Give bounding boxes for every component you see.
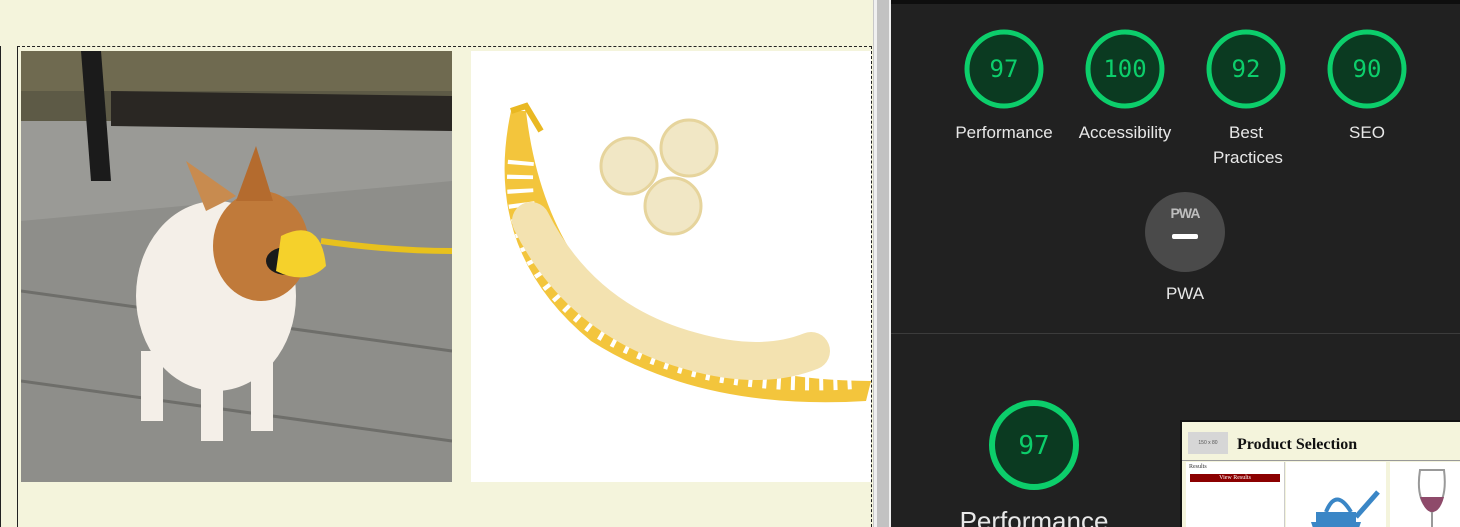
scrollbar-thumb[interactable] — [877, 0, 889, 527]
thumbnail-results-label: Results — [1189, 464, 1207, 470]
final-screenshot-thumbnail[interactable]: 150 x 80 Product Selection Results View … — [1180, 420, 1460, 527]
thumbnail-watering-can-image — [1286, 462, 1386, 527]
performance-section-gauge: 97 — [989, 400, 1079, 490]
accessibility-score: 100 — [1103, 55, 1146, 83]
performance-section-score: 97 — [1018, 431, 1049, 461]
thumbnail-view-results-button: View Results — [1190, 474, 1280, 482]
seo-gauge-ring: 90 — [1327, 29, 1407, 109]
best-practices-label: Best Practices — [1213, 123, 1283, 167]
pwa-dash-icon — [1172, 234, 1198, 239]
best-practices-gauge-ring: 92 — [1206, 29, 1286, 109]
pwa-icon: PWA — [1170, 205, 1201, 221]
pwa-badge[interactable]: PWA — [1145, 192, 1225, 272]
gauge-accessibility[interactable]: 100 Accessibility — [1070, 28, 1180, 145]
performance-gauge-ring: 97 — [964, 29, 1044, 109]
seo-label: SEO — [1349, 123, 1385, 142]
thumbnail-rule — [1182, 460, 1460, 461]
performance-label: Performance — [955, 123, 1053, 142]
gauge-best-practices[interactable]: 92 Best Practices — [1191, 28, 1301, 170]
gauge-seo[interactable]: 90 SEO — [1312, 28, 1422, 145]
thumbnail-sidebar: Results View Results — [1186, 462, 1285, 527]
accessibility-gauge-ring: 100 — [1085, 29, 1165, 109]
dog-photo[interactable] — [21, 51, 452, 482]
page-viewport — [0, 0, 873, 527]
best-practices-score: 92 — [1232, 55, 1261, 83]
banana-slicer-photo[interactable] — [471, 51, 871, 482]
thumbnail-logo: 150 x 80 — [1188, 432, 1228, 454]
panel-top-rule — [891, 0, 1460, 4]
viewport-edge — [0, 46, 1, 527]
panel-splitter[interactable] — [873, 0, 892, 527]
thumbnail-wine-glass-image — [1390, 462, 1460, 527]
pwa-label: PWA — [1165, 284, 1205, 303]
lighthouse-panel: 97 Performance 100 Accessibility 92 Best… — [891, 0, 1460, 527]
section-divider — [891, 333, 1460, 334]
gauge-performance[interactable]: 97 Performance — [949, 28, 1059, 145]
performance-score: 97 — [990, 55, 1019, 83]
performance-section-title: Performance — [959, 506, 1109, 527]
seo-score: 90 — [1353, 55, 1382, 83]
accessibility-label: Accessibility — [1078, 123, 1172, 142]
thumbnail-title: Product Selection — [1237, 436, 1358, 453]
